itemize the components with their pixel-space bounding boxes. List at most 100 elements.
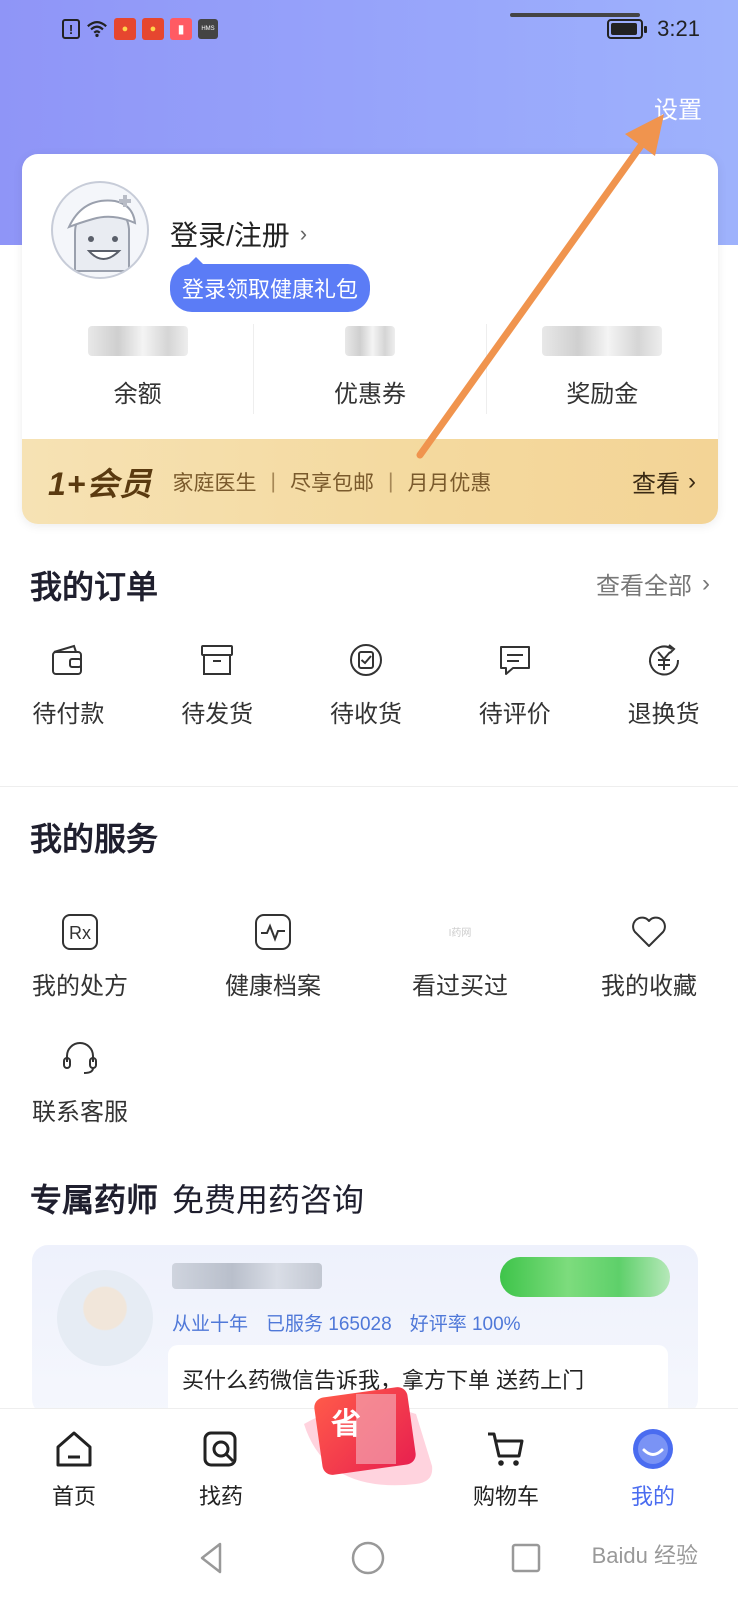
service-favorites[interactable]: 我的收藏 (569, 912, 729, 1001)
chevron-right-icon: › (702, 569, 710, 597)
status-time: 3:21 (657, 16, 700, 41)
svg-text:Rx: Rx (69, 923, 91, 943)
comment-icon (499, 646, 530, 675)
stat-label: 奖励金 (566, 381, 639, 408)
vip-benefit: 家庭医生 (172, 471, 257, 495)
promo-badge[interactable]: 省 (296, 1384, 436, 1499)
service-label: 我的收藏 (601, 973, 697, 1000)
history-icon: I药网 (449, 927, 472, 939)
separator: | (270, 469, 276, 493)
order-pending-shipment[interactable]: 待发货 (143, 640, 292, 729)
wifi-icon (86, 18, 108, 40)
vip-logo: 1+会员 (48, 465, 153, 502)
pharmacist-title-rest: 免费用药咨询 (172, 1182, 365, 1218)
tab-label: 找药 (198, 1484, 243, 1509)
book-icon: ▮ (170, 18, 192, 40)
blurred-value (344, 326, 395, 356)
service-prescriptions[interactable]: Rx 我的处方 (0, 912, 160, 1001)
vip-view-label: 查看 (632, 471, 680, 498)
vip-benefits: 家庭医生 | 尽享包邮 | 月月优惠 (173, 467, 492, 497)
alert-icon: ! (62, 19, 80, 39)
stat-label: 优惠券 (333, 381, 406, 408)
wallet-icon (52, 644, 83, 675)
service-label: 我的处方 (32, 973, 128, 1000)
order-status-row: 待付款 待发货 待收货 待评价 退换货 (0, 640, 738, 729)
battery-icon (607, 19, 648, 39)
heart-icon (632, 916, 666, 947)
stat-label: 余额 (113, 381, 162, 408)
order-label: 待评价 (478, 701, 551, 728)
pharmacist-meta: 从业十年 已服务 165028 好评率 100% (172, 1309, 521, 1336)
find-medicine-icon (203, 1431, 237, 1467)
service-label: 看过买过 (412, 973, 508, 1000)
pharmacist-name-blurred (172, 1263, 322, 1289)
headset-icon (63, 1042, 97, 1074)
order-label: 待收货 (329, 701, 402, 728)
pharmacist-avatar (57, 1270, 153, 1366)
service-health-records[interactable]: 健康档案 (193, 912, 353, 1001)
chevron-right-icon: › (688, 467, 696, 495)
account-stats: 余额 优惠券 奖励金 (22, 324, 718, 414)
chevron-right-icon: › (299, 221, 308, 246)
blurred-value (542, 326, 663, 356)
see-all-orders-link[interactable]: 查看全部 › (596, 566, 710, 601)
tab-label: 我的 (630, 1484, 675, 1509)
divider (0, 786, 738, 787)
order-pending-review[interactable]: 待评价 (440, 640, 589, 729)
red-packet-icon: ● (114, 18, 136, 40)
vip-benefit: 尽享包邮 (289, 471, 374, 495)
refund-icon (648, 644, 679, 676)
hms-icon: HMS (198, 19, 218, 39)
stat-balance[interactable]: 余额 (22, 324, 253, 414)
pharmacist-title: 专属药师 免费用药咨询 (30, 1175, 364, 1221)
promo-text: 省 (331, 1407, 361, 1442)
svg-text:I药网: I药网 (449, 927, 472, 939)
cart-icon (488, 1432, 524, 1466)
stat-coupons[interactable]: 优惠券 (253, 324, 485, 414)
login-register-link[interactable]: 登录/注册 › (170, 214, 307, 254)
pharmacist-title-bold: 专属药师 (30, 1182, 159, 1218)
recents-icon[interactable] (508, 1540, 544, 1576)
tab-label: 购物车 (472, 1484, 539, 1509)
bottom-tab-bar: 首页 找药 省 购物车 我的 (0, 1387, 738, 1518)
receive-icon (349, 644, 382, 676)
tab-cart[interactable]: 购物车 (446, 1427, 566, 1511)
blurred-value (87, 326, 188, 356)
service-label: 健康档案 (225, 973, 321, 1000)
back-icon[interactable] (194, 1540, 230, 1576)
order-pending-payment[interactable]: 待付款 (0, 640, 143, 729)
see-all-label: 查看全部 (596, 573, 692, 600)
order-pending-receipt[interactable]: 待收货 (292, 640, 441, 729)
tab-label: 首页 (51, 1484, 96, 1509)
settings-button[interactable]: 设置 (654, 90, 702, 125)
order-label: 退换货 (627, 701, 700, 728)
vip-banner[interactable]: 1+会员 家庭医生 | 尽享包邮 | 月月优惠 查看 › (22, 439, 718, 524)
service-customer-support[interactable]: 联系客服 (0, 1038, 160, 1127)
box-icon (201, 645, 234, 675)
tab-find-medicine[interactable]: 找药 (161, 1427, 281, 1511)
pharmacist-meta-item: 从业十年 (172, 1314, 249, 1335)
pharmacist-meta-item: 已服务 165028 (266, 1314, 392, 1335)
order-label: 待发货 (181, 701, 254, 728)
separator: | (387, 469, 394, 493)
system-navigation-bar: Baidu 经验 (0, 1518, 738, 1600)
tab-profile[interactable]: 我的 (593, 1427, 713, 1511)
status-icons: ! ● ● ▮ HMS (62, 18, 218, 40)
home-nav-icon[interactable] (350, 1540, 386, 1576)
status-bar: ! ● ● ▮ HMS 3:21 (0, 10, 738, 50)
gift-tip-badge[interactable]: 登录领取健康礼包 (170, 257, 371, 312)
avatar[interactable] (51, 181, 149, 279)
rx-icon: Rx (62, 914, 98, 950)
service-label: 联系客服 (32, 1099, 128, 1126)
order-label: 待付款 (32, 701, 105, 728)
order-returns[interactable]: 退换货 (589, 640, 738, 729)
vip-benefit: 月月优惠 (407, 471, 492, 495)
pharmacist-contact-button[interactable] (500, 1257, 670, 1297)
service-history[interactable]: I药网 看过买过 (380, 912, 540, 1001)
profile-icon (633, 1429, 673, 1469)
tab-home[interactable]: 首页 (14, 1427, 134, 1511)
vip-view-button[interactable]: 查看 › (632, 464, 696, 499)
user-card: 登录/注册 › 登录领取健康礼包 余额 优惠券 奖励金 1+会员 家庭医生 | … (22, 154, 718, 524)
login-label: 登录/注册 (170, 220, 290, 251)
stat-rewards[interactable]: 奖励金 (485, 324, 718, 414)
